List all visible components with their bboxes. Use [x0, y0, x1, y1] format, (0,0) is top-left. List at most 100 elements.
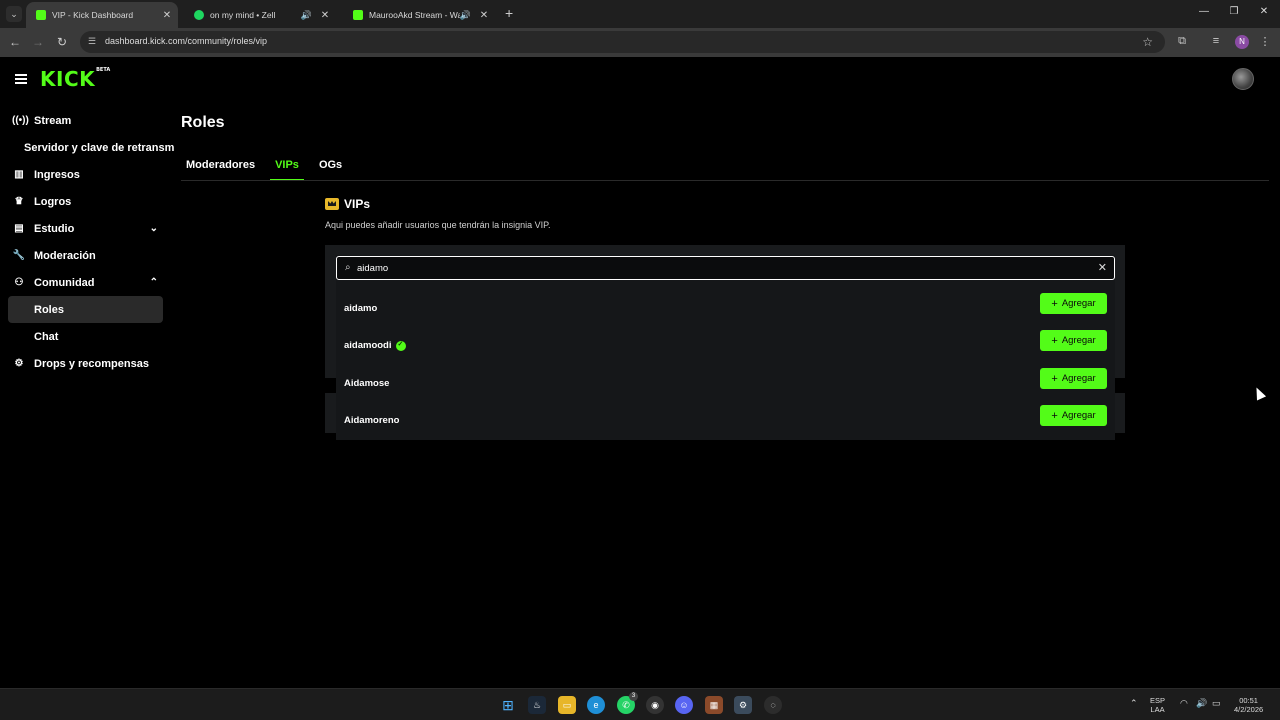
- sidebar-item-stream[interactable]: ((•)) Stream: [0, 107, 170, 134]
- sidebar-item-server-key[interactable]: Servidor y clave de retransm: [0, 134, 174, 161]
- url-text: dashboard.kick.com/community/roles/vip: [105, 36, 268, 46]
- kick-favicon-icon: [353, 10, 363, 20]
- browser-tab-strip: ⌄ VIP - Kick Dashboard ✕ on my mind • Ze…: [0, 0, 1280, 28]
- user-avatar[interactable]: [1232, 68, 1254, 90]
- add-vip-button[interactable]: + Agregar: [1040, 368, 1107, 389]
- notification-badge: 3: [629, 692, 638, 701]
- minimize-icon[interactable]: —: [1189, 6, 1219, 17]
- extensions-icon[interactable]: ⧉: [1174, 35, 1190, 48]
- close-tab-icon[interactable]: ✕: [318, 10, 332, 21]
- reload-icon[interactable]: ↻: [54, 35, 70, 49]
- sidebar-item-estudio[interactable]: ▤ Estudio ⌄: [0, 215, 170, 242]
- beta-badge: BETA: [96, 67, 111, 73]
- chevron-up-icon[interactable]: ⌃: [150, 277, 158, 288]
- kick-favicon-icon: [36, 10, 46, 20]
- language-indicator[interactable]: ESP LAA: [1150, 696, 1165, 714]
- app-icon[interactable]: ◌: [764, 696, 782, 714]
- file-explorer-icon[interactable]: ▭: [558, 696, 576, 714]
- vip-section-title: VIPs: [344, 197, 371, 211]
- trophy-icon: ♛: [14, 196, 24, 207]
- site-info-icon[interactable]: ☰: [88, 36, 96, 47]
- gift-icon: ⚙: [14, 358, 24, 369]
- dashboard-page: KICKBETA ((•)) Stream Servidor y clave d…: [0, 57, 1280, 688]
- bookmark-star-icon[interactable]: ☆: [1142, 35, 1153, 49]
- search-icon: ⌕: [345, 262, 351, 273]
- forward-icon[interactable]: →: [30, 35, 46, 49]
- plus-icon: +: [1051, 372, 1058, 385]
- add-vip-button[interactable]: + Agregar: [1040, 405, 1107, 426]
- chevron-down-icon[interactable]: ⌄: [150, 223, 158, 234]
- discord-icon[interactable]: ☺: [675, 696, 693, 714]
- user-search-field[interactable]: ⌕ ✕: [336, 256, 1115, 280]
- tray-overflow-icon[interactable]: ⌃: [1130, 699, 1138, 708]
- sidebar-item-logros[interactable]: ♛ Logros: [0, 188, 170, 215]
- verified-badge-icon: [395, 340, 406, 351]
- sidebar-item-roles[interactable]: Roles: [8, 296, 163, 323]
- people-icon: ⚇: [14, 277, 24, 288]
- page-title: Roles: [181, 114, 225, 131]
- sidebar-item-drops[interactable]: ⚙ Drops y recompensas: [0, 350, 170, 377]
- edge-icon[interactable]: e: [587, 696, 605, 714]
- result-username: aidamoodi: [344, 340, 406, 351]
- battery-icon[interactable]: ▭: [1212, 699, 1221, 708]
- back-icon[interactable]: ←: [7, 35, 23, 49]
- wrench-icon: 🔧: [12, 250, 26, 261]
- studio-icon: ▤: [14, 223, 24, 234]
- browser-tab-spotify[interactable]: on my mind • Zell 🔊 ✕: [184, 2, 336, 28]
- start-menu-icon[interactable]: ⊞: [499, 696, 517, 714]
- tab-search-button[interactable]: ⌄: [6, 6, 22, 22]
- address-bar[interactable]: ☰ dashboard.kick.com/community/roles/vip…: [80, 31, 1165, 53]
- wifi-icon[interactable]: ◠: [1180, 699, 1188, 708]
- result-username: Aidamose: [344, 378, 390, 389]
- close-tab-icon[interactable]: ✕: [477, 10, 491, 21]
- media-app-icon[interactable]: ▦: [705, 696, 723, 714]
- browser-tab-vip[interactable]: VIP - Kick Dashboard ✕: [26, 2, 178, 28]
- broadcast-icon: ((•)): [12, 115, 29, 126]
- new-tab-button[interactable]: +: [505, 6, 513, 20]
- browser-tab-stream[interactable]: MaurooAkd Stream - Watch 🔊 ✕: [343, 2, 495, 28]
- clock[interactable]: 00:51 4/2/2026: [1234, 696, 1263, 714]
- whatsapp-icon[interactable]: ✆ 3: [617, 692, 638, 714]
- plus-icon: +: [1051, 409, 1058, 422]
- windows-taskbar: ⊞ ♨ ▭ e ✆ 3 ◉ ☺ ▦ ⚙ ◌ ⌃ ESP LAA ◠ 🔊 ▭ 00:…: [0, 688, 1280, 720]
- search-result-row: aidamoodi +Agregar: [336, 327, 1115, 364]
- sidebar-item-ingresos[interactable]: ▥ Ingresos: [0, 161, 170, 188]
- sidebar-item-comunidad[interactable]: ⚇ Comunidad ⌃: [0, 269, 170, 296]
- chrome-icon[interactable]: ◉: [646, 696, 664, 714]
- tabs-divider: [181, 180, 1269, 181]
- spotify-favicon-icon: [194, 10, 204, 20]
- add-vip-button[interactable]: + Agregar: [1040, 330, 1107, 351]
- sidebar-item-moderacion[interactable]: 🔧 Moderación: [0, 242, 170, 269]
- browser-profile-avatar[interactable]: N: [1235, 35, 1249, 49]
- speaker-icon[interactable]: 🔊: [460, 10, 471, 21]
- close-tab-icon[interactable]: ✕: [160, 10, 174, 21]
- restore-icon[interactable]: ❐: [1219, 6, 1249, 17]
- speaker-icon[interactable]: 🔊: [301, 10, 312, 21]
- search-result-row: Aidamose + Agregar: [336, 365, 1115, 402]
- vip-section-header: VIPs: [325, 197, 370, 211]
- steam-icon[interactable]: ♨: [528, 696, 546, 714]
- kick-logo[interactable]: KICKBETA: [40, 67, 110, 91]
- add-vip-button[interactable]: + Agregar: [1040, 293, 1107, 314]
- search-input[interactable]: [357, 260, 1077, 276]
- result-username: aidamo: [344, 303, 378, 314]
- settings-icon[interactable]: ⚙: [734, 696, 752, 714]
- tab-vips[interactable]: VIPs: [270, 159, 304, 181]
- chart-icon: ▥: [14, 169, 24, 180]
- clear-search-icon[interactable]: ✕: [1098, 261, 1107, 274]
- browser-menu-icon[interactable]: ⋮: [1257, 35, 1273, 48]
- tab-ogs[interactable]: OGs: [314, 159, 347, 181]
- sidebar-item-chat[interactable]: Chat: [0, 323, 170, 350]
- media-control-icon[interactable]: ≡: [1208, 35, 1224, 47]
- roles-tabs: Moderadores VIPs OGs: [181, 159, 357, 181]
- search-result-row: Aidamoreno + Agregar: [336, 402, 1115, 439]
- menu-hamburger-icon[interactable]: [15, 74, 27, 86]
- search-result-row: aidamo + Agregar: [336, 290, 1115, 327]
- plus-icon: +: [1051, 334, 1058, 347]
- close-window-icon[interactable]: ✕: [1249, 6, 1279, 17]
- browser-toolbar: ← → ↻ ☰ dashboard.kick.com/community/rol…: [0, 28, 1280, 57]
- tab-moderadores[interactable]: Moderadores: [181, 159, 260, 181]
- result-username: Aidamoreno: [344, 415, 400, 426]
- volume-icon[interactable]: 🔊: [1196, 699, 1207, 708]
- crown-icon: [325, 198, 339, 210]
